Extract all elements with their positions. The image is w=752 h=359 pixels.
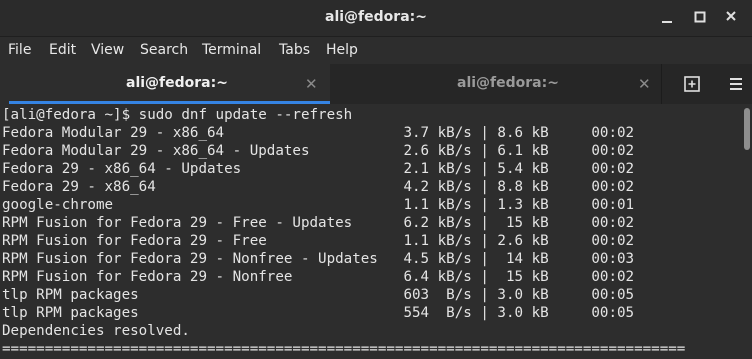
menu-bar: File Edit View Search Terminal Tabs Help [0,37,752,64]
close-button[interactable] [721,8,741,28]
terminal-scrollbar[interactable] [742,104,752,359]
maximize-button[interactable] [690,8,710,28]
tab-close-icon[interactable]: ✕ [638,75,651,93]
terminal-line: Fedora 29 - x86_64 4.2 kB/s | 8.8 kB 00:… [2,179,635,195]
scrollbar-thumb[interactable] [744,108,750,150]
menu-edit[interactable]: Edit [49,42,76,58]
tab-menu-button[interactable] [728,75,744,93]
terminal-line: Fedora Modular 29 - x86_64 3.7 kB/s | 8.… [2,125,635,141]
tab-label: ali@fedora:~ [457,75,559,91]
menu-terminal[interactable]: Terminal [202,42,261,58]
terminal-line: ========================================… [2,341,686,357]
terminal-output[interactable]: [ali@fedora ~]$ sudo dnf update --refres… [0,104,742,359]
terminal-line: tlp RPM packages 554 B/s | 3.0 kB 00:05 [2,305,635,321]
close-icon [726,11,736,21]
new-tab-button[interactable] [683,75,701,93]
terminal-window: ali@fedora:~ File Edit View Search Termi… [0,0,752,359]
menu-file[interactable]: File [8,42,31,58]
tab-inactive[interactable]: ali@fedora:~ ✕ [331,64,661,104]
menu-tabs[interactable]: Tabs [279,42,310,58]
tab-separator [661,64,662,104]
terminal-line: [ali@fedora ~]$ sudo dnf update --refres… [2,107,353,123]
window-title: ali@fedora:~ [325,9,427,25]
terminal-line: RPM Fusion for Fedora 29 - Free 1.1 kB/s… [2,233,635,249]
menu-help[interactable]: Help [326,42,358,58]
terminal-line: Fedora 29 - x86_64 - Updates 2.1 kB/s | … [2,161,635,177]
terminal-line: RPM Fusion for Fedora 29 - Nonfree - Upd… [2,251,635,267]
terminal-line: tlp RPM packages 603 B/s | 3.0 kB 00:05 [2,287,635,303]
terminal-line: Dependencies resolved. [2,323,190,339]
menu-view[interactable]: View [91,42,124,58]
terminal-line: google-chrome 1.1 kB/s | 1.3 kB 00:01 [2,197,635,213]
minimize-button[interactable] [657,8,677,28]
maximize-icon [694,11,706,23]
tab-bar: ali@fedora:~ ✕ ali@fedora:~ ✕ [0,64,752,104]
menu-icon [730,78,742,90]
minimize-icon [662,21,672,23]
tab-label: ali@fedora:~ [126,75,228,91]
terminal-line: RPM Fusion for Fedora 29 - Nonfree 6.4 k… [2,269,635,285]
new-tab-icon [684,76,700,92]
tab-active[interactable]: ali@fedora:~ ✕ [0,64,330,104]
menu-search[interactable]: Search [140,42,188,58]
title-bar[interactable]: ali@fedora:~ [0,0,752,37]
tab-close-icon[interactable]: ✕ [305,75,318,93]
terminal-line: Fedora Modular 29 - x86_64 - Updates 2.6… [2,143,635,159]
terminal-line: RPM Fusion for Fedora 29 - Free - Update… [2,215,635,231]
